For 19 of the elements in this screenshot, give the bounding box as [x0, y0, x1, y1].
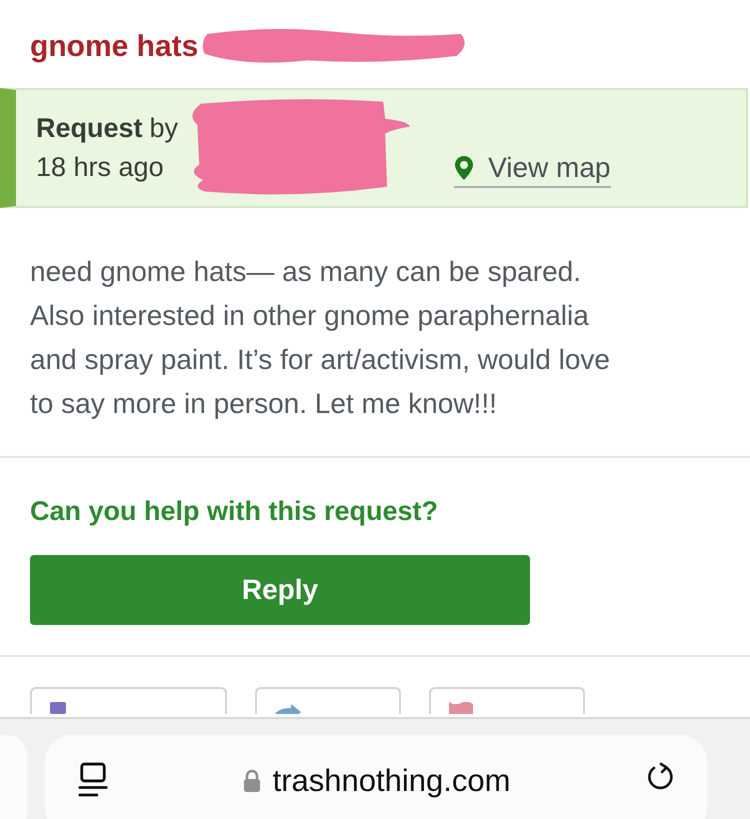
- post-age: 18 hrs ago: [36, 152, 165, 183]
- bookmark-button[interactable]: [30, 687, 227, 714]
- reply-button[interactable]: Reply: [30, 555, 530, 625]
- lock-icon: [242, 769, 261, 793]
- arrow-icon: [275, 704, 301, 714]
- help-question: Can you help with this request?: [29, 495, 440, 527]
- by-label: by: [150, 113, 178, 144]
- map-pin-icon: [454, 155, 474, 181]
- request-label: Request: [36, 113, 143, 144]
- flag-icon: [449, 702, 473, 714]
- address-bar[interactable]: trashnothing.com: [45, 735, 707, 819]
- page-menu-icon[interactable]: [78, 761, 108, 799]
- url-text: trashnothing.com: [272, 763, 510, 799]
- post-title: gnome hats: [30, 29, 198, 64]
- bookmark-icon: [50, 702, 66, 714]
- share-button[interactable]: [255, 687, 401, 714]
- report-button[interactable]: [429, 687, 585, 714]
- post-body: need gnome hats— as many can be spared. Also interested in other gnome paraphernalia and spray paint. It’s for art/activism, would love to say more in person. Let me know!!!: [29, 255, 611, 421]
- view-map-link[interactable]: View map: [454, 152, 610, 188]
